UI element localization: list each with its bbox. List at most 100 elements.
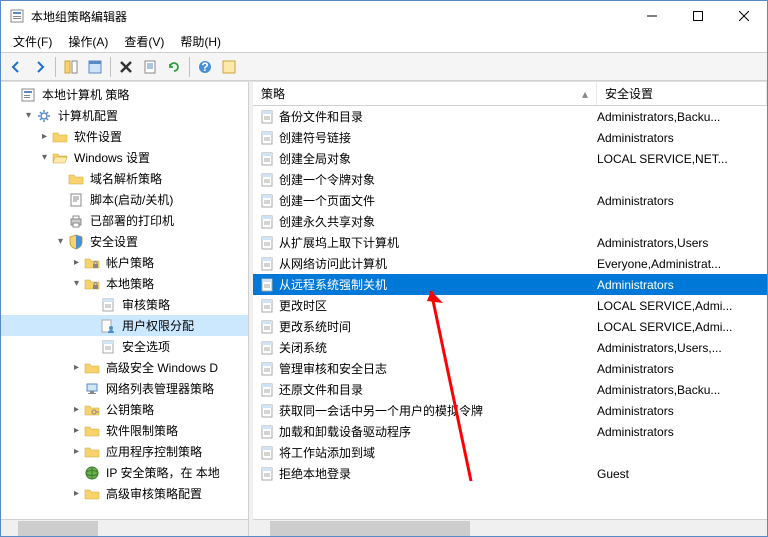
tree-toggle-icon[interactable]: ▸	[37, 129, 52, 144]
tree-item-label: 高级安全 Windows D	[104, 358, 220, 377]
list-header: 策略▴ 安全设置	[253, 82, 767, 106]
tree-item-windows[interactable]: ▾ Windows 设置	[1, 147, 248, 168]
policy-row[interactable]: 备份文件和目录Administrators,Backu...	[253, 106, 767, 127]
policy-value: LOCAL SERVICE,Admi...	[597, 320, 767, 334]
tree-item-appctrl[interactable]: ▸应用程序控制策略	[1, 441, 248, 462]
tree-toggle-icon[interactable]: ▾	[69, 276, 84, 291]
policy-icon	[259, 424, 275, 440]
menu-file[interactable]: 文件(F)	[5, 31, 60, 52]
tree-toggle-icon[interactable]: ▸	[69, 255, 84, 270]
tree-toggle-icon	[85, 297, 100, 312]
tree-item-computer[interactable]: ▾计算机配置	[1, 105, 248, 126]
tree-item-account[interactable]: ▸帐户策略	[1, 252, 248, 273]
tree-toggle-icon	[5, 87, 20, 102]
policy-row[interactable]: 更改系统时间LOCAL SERVICE,Admi...	[253, 316, 767, 337]
policy-row[interactable]: 加载和卸载设备驱动程序Administrators	[253, 421, 767, 442]
tree-item-netlist[interactable]: 网络列表管理器策略	[1, 378, 248, 399]
policy-row[interactable]: 获取同一会话中另一个用户的模拟令牌Administrators	[253, 400, 767, 421]
tree-item-scripts[interactable]: 脚本(启动/关机)	[1, 189, 248, 210]
policy-row[interactable]: 管理审核和安全日志Administrators	[253, 358, 767, 379]
policy-icon	[259, 361, 275, 377]
policy-name: 备份文件和目录	[279, 108, 597, 125]
tree-item-root[interactable]: 本地计算机 策略	[1, 84, 248, 105]
policy-row[interactable]: 从扩展坞上取下计算机Administrators,Users	[253, 232, 767, 253]
tree-item-rights[interactable]: 用户权限分配	[1, 315, 248, 336]
tree-toggle-icon[interactable]: ▸	[69, 423, 84, 438]
menu-action[interactable]: 操作(A)	[60, 31, 116, 52]
policy-name: 更改系统时间	[279, 318, 597, 335]
help-button[interactable]: ?	[194, 56, 216, 78]
tree-toggle-icon[interactable]: ▸	[69, 444, 84, 459]
column-policy[interactable]: 策略▴	[253, 82, 597, 105]
tree-item-advfw[interactable]: ▸ 高级安全 Windows D	[1, 357, 248, 378]
tree-item-ipsec[interactable]: IP 安全策略，在 本地	[1, 462, 248, 483]
tree-toggle-icon	[69, 381, 84, 396]
list-horizontal-scrollbar[interactable]	[253, 519, 767, 536]
column-security[interactable]: 安全设置	[597, 82, 767, 105]
policy-row[interactable]: 创建全局对象LOCAL SERVICE,NET...	[253, 148, 767, 169]
tree-item-advaudit[interactable]: ▸ 高级审核策略配置	[1, 483, 248, 504]
tree-item-options[interactable]: 安全选项	[1, 336, 248, 357]
tree-item-audit[interactable]: 审核策略	[1, 294, 248, 315]
policy-row[interactable]: 从远程系统强制关机Administrators	[253, 274, 767, 295]
close-button[interactable]	[721, 1, 767, 31]
policy-row[interactable]: 更改时区LOCAL SERVICE,Admi...	[253, 295, 767, 316]
back-button[interactable]	[5, 56, 27, 78]
tree-item-label: 公钥策略	[104, 400, 156, 419]
policy-row[interactable]: 创建符号链接Administrators	[253, 127, 767, 148]
menu-help[interactable]: 帮助(H)	[172, 31, 229, 52]
folderC-icon	[84, 444, 100, 460]
policy-row[interactable]: 创建永久共享对象	[253, 211, 767, 232]
forward-button[interactable]	[29, 56, 51, 78]
policy-icon	[259, 109, 275, 125]
policy-value: Administrators,Backu...	[597, 110, 767, 124]
maximize-button[interactable]	[675, 1, 721, 31]
tree-toggle-icon[interactable]: ▾	[53, 234, 68, 249]
policy-name: 创建一个页面文件	[279, 192, 597, 209]
filter-button[interactable]	[218, 56, 240, 78]
show-hide-tree-button[interactable]	[60, 56, 82, 78]
tree-item-dns[interactable]: 域名解析策略	[1, 168, 248, 189]
tree-item-security[interactable]: ▾安全设置	[1, 231, 248, 252]
tree-toggle-icon[interactable]: ▸	[69, 402, 84, 417]
tree-item-pubkey[interactable]: ▸ 公钥策略	[1, 399, 248, 420]
policy-row[interactable]: 关闭系统Administrators,Users,...	[253, 337, 767, 358]
tree-horizontal-scrollbar[interactable]	[1, 519, 248, 536]
policy-row[interactable]: 还原文件和目录Administrators,Backu...	[253, 379, 767, 400]
separator	[110, 57, 111, 77]
policy-row[interactable]: 创建一个页面文件Administrators	[253, 190, 767, 211]
policy-value: Administrators	[597, 194, 767, 208]
refresh-button[interactable]	[163, 56, 185, 78]
policy-row[interactable]: 创建一个令牌对象	[253, 169, 767, 190]
policy-row[interactable]: 拒绝本地登录Guest	[253, 463, 767, 484]
tree-toggle-icon[interactable]: ▸	[69, 360, 84, 375]
tree-toggle-icon[interactable]: ▾	[37, 150, 52, 165]
tree-item-software[interactable]: ▸软件设置	[1, 126, 248, 147]
policy-name: 加载和卸载设备驱动程序	[279, 423, 597, 440]
policy-row[interactable]: 从网络访问此计算机Everyone,Administrat...	[253, 253, 767, 274]
folderC-icon	[52, 129, 68, 145]
export-button[interactable]	[139, 56, 161, 78]
properties-button[interactable]	[84, 56, 106, 78]
script-icon	[68, 192, 84, 208]
policy-row[interactable]: 将工作站添加到域	[253, 442, 767, 463]
userpolicy-icon	[100, 318, 116, 334]
menu-view[interactable]: 查看(V)	[116, 31, 172, 52]
tree-item-label: 网络列表管理器策略	[104, 379, 216, 398]
tree-toggle-icon[interactable]: ▾	[21, 108, 36, 123]
policy-icon	[259, 277, 275, 293]
list-body[interactable]: 备份文件和目录Administrators,Backu...创建符号链接Admi…	[253, 106, 767, 519]
gear-icon	[36, 108, 52, 124]
minimize-button[interactable]	[629, 1, 675, 31]
tree-item-local[interactable]: ▾本地策略	[1, 273, 248, 294]
policy-value: Administrators	[597, 131, 767, 145]
delete-button[interactable]	[115, 56, 137, 78]
policy-icon	[259, 130, 275, 146]
svg-text:?: ?	[201, 60, 208, 74]
tree-item-softrest[interactable]: ▸软件限制策略	[1, 420, 248, 441]
tree-item-label: 高级审核策略配置	[104, 484, 204, 503]
tree-pane[interactable]: 本地计算机 策略▾计算机配置▸软件设置 ▾ Windows 设置域名解析策略脚本(启…	[1, 82, 249, 536]
tree-item-label: Windows 设置	[72, 148, 152, 167]
tree-toggle-icon[interactable]: ▸	[69, 486, 84, 501]
tree-item-printers[interactable]: 已部署的打印机	[1, 210, 248, 231]
